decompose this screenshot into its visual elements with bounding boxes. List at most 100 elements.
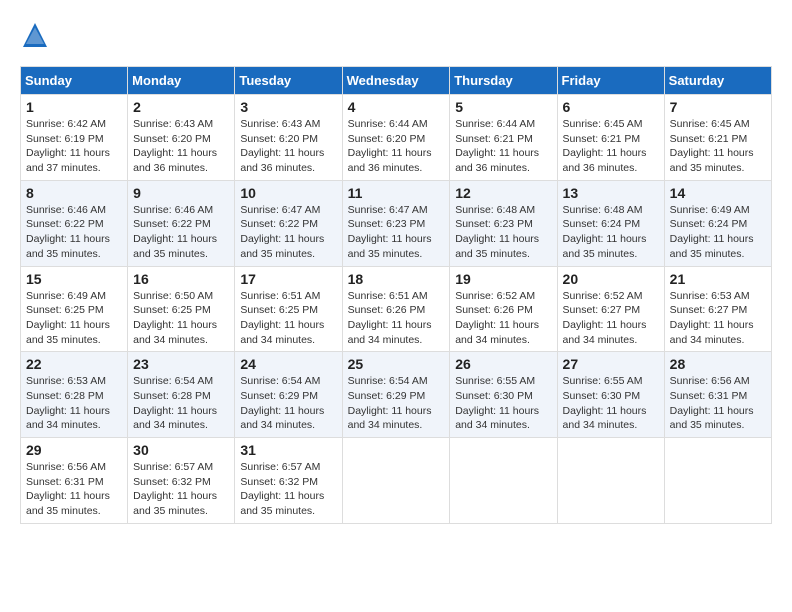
calendar-day-cell bbox=[664, 438, 771, 524]
day-info: Sunrise: 6:54 AM Sunset: 6:28 PM Dayligh… bbox=[133, 374, 229, 433]
calendar-day-cell: 17 Sunrise: 6:51 AM Sunset: 6:25 PM Dayl… bbox=[235, 266, 342, 352]
day-info: Sunrise: 6:55 AM Sunset: 6:30 PM Dayligh… bbox=[455, 374, 551, 433]
calendar-day-cell: 1 Sunrise: 6:42 AM Sunset: 6:19 PM Dayli… bbox=[21, 95, 128, 181]
day-info: Sunrise: 6:54 AM Sunset: 6:29 PM Dayligh… bbox=[348, 374, 445, 433]
logo bbox=[20, 20, 54, 50]
day-number: 24 bbox=[240, 356, 336, 372]
calendar-day-header: Sunday bbox=[21, 67, 128, 95]
day-info: Sunrise: 6:54 AM Sunset: 6:29 PM Dayligh… bbox=[240, 374, 336, 433]
day-number: 18 bbox=[348, 271, 445, 287]
day-info: Sunrise: 6:57 AM Sunset: 6:32 PM Dayligh… bbox=[133, 460, 229, 519]
day-info: Sunrise: 6:43 AM Sunset: 6:20 PM Dayligh… bbox=[133, 117, 229, 176]
calendar-day-cell: 3 Sunrise: 6:43 AM Sunset: 6:20 PM Dayli… bbox=[235, 95, 342, 181]
calendar-day-cell bbox=[342, 438, 450, 524]
day-number: 5 bbox=[455, 99, 551, 115]
day-info: Sunrise: 6:51 AM Sunset: 6:25 PM Dayligh… bbox=[240, 289, 336, 348]
day-number: 30 bbox=[133, 442, 229, 458]
day-number: 19 bbox=[455, 271, 551, 287]
calendar-day-header: Friday bbox=[557, 67, 664, 95]
logo-icon bbox=[20, 20, 50, 50]
calendar-day-cell: 26 Sunrise: 6:55 AM Sunset: 6:30 PM Dayl… bbox=[450, 352, 557, 438]
day-info: Sunrise: 6:51 AM Sunset: 6:26 PM Dayligh… bbox=[348, 289, 445, 348]
day-info: Sunrise: 6:52 AM Sunset: 6:27 PM Dayligh… bbox=[563, 289, 659, 348]
day-number: 17 bbox=[240, 271, 336, 287]
calendar-week-row: 1 Sunrise: 6:42 AM Sunset: 6:19 PM Dayli… bbox=[21, 95, 772, 181]
calendar-day-cell: 20 Sunrise: 6:52 AM Sunset: 6:27 PM Dayl… bbox=[557, 266, 664, 352]
day-number: 20 bbox=[563, 271, 659, 287]
day-number: 8 bbox=[26, 185, 122, 201]
day-number: 16 bbox=[133, 271, 229, 287]
calendar-day-cell: 4 Sunrise: 6:44 AM Sunset: 6:20 PM Dayli… bbox=[342, 95, 450, 181]
day-number: 10 bbox=[240, 185, 336, 201]
calendar-day-header: Saturday bbox=[664, 67, 771, 95]
calendar-day-cell: 18 Sunrise: 6:51 AM Sunset: 6:26 PM Dayl… bbox=[342, 266, 450, 352]
page-header bbox=[20, 20, 772, 50]
day-number: 11 bbox=[348, 185, 445, 201]
day-number: 9 bbox=[133, 185, 229, 201]
day-info: Sunrise: 6:47 AM Sunset: 6:22 PM Dayligh… bbox=[240, 203, 336, 262]
calendar-day-cell: 22 Sunrise: 6:53 AM Sunset: 6:28 PM Dayl… bbox=[21, 352, 128, 438]
calendar-day-cell: 25 Sunrise: 6:54 AM Sunset: 6:29 PM Dayl… bbox=[342, 352, 450, 438]
day-info: Sunrise: 6:49 AM Sunset: 6:24 PM Dayligh… bbox=[670, 203, 766, 262]
day-number: 13 bbox=[563, 185, 659, 201]
calendar-day-header: Thursday bbox=[450, 67, 557, 95]
calendar-day-cell: 31 Sunrise: 6:57 AM Sunset: 6:32 PM Dayl… bbox=[235, 438, 342, 524]
calendar-day-cell: 30 Sunrise: 6:57 AM Sunset: 6:32 PM Dayl… bbox=[128, 438, 235, 524]
day-number: 23 bbox=[133, 356, 229, 372]
day-number: 31 bbox=[240, 442, 336, 458]
day-number: 25 bbox=[348, 356, 445, 372]
day-number: 7 bbox=[670, 99, 766, 115]
day-info: Sunrise: 6:45 AM Sunset: 6:21 PM Dayligh… bbox=[563, 117, 659, 176]
calendar-day-cell bbox=[557, 438, 664, 524]
day-info: Sunrise: 6:56 AM Sunset: 6:31 PM Dayligh… bbox=[26, 460, 122, 519]
calendar-header-row: SundayMondayTuesdayWednesdayThursdayFrid… bbox=[21, 67, 772, 95]
calendar-day-header: Tuesday bbox=[235, 67, 342, 95]
calendar-week-row: 15 Sunrise: 6:49 AM Sunset: 6:25 PM Dayl… bbox=[21, 266, 772, 352]
day-info: Sunrise: 6:44 AM Sunset: 6:21 PM Dayligh… bbox=[455, 117, 551, 176]
calendar-day-cell: 24 Sunrise: 6:54 AM Sunset: 6:29 PM Dayl… bbox=[235, 352, 342, 438]
calendar-day-cell: 23 Sunrise: 6:54 AM Sunset: 6:28 PM Dayl… bbox=[128, 352, 235, 438]
calendar-day-cell bbox=[450, 438, 557, 524]
day-info: Sunrise: 6:45 AM Sunset: 6:21 PM Dayligh… bbox=[670, 117, 766, 176]
day-number: 21 bbox=[670, 271, 766, 287]
day-number: 4 bbox=[348, 99, 445, 115]
calendar-day-cell: 28 Sunrise: 6:56 AM Sunset: 6:31 PM Dayl… bbox=[664, 352, 771, 438]
day-info: Sunrise: 6:44 AM Sunset: 6:20 PM Dayligh… bbox=[348, 117, 445, 176]
day-info: Sunrise: 6:42 AM Sunset: 6:19 PM Dayligh… bbox=[26, 117, 122, 176]
calendar-week-row: 22 Sunrise: 6:53 AM Sunset: 6:28 PM Dayl… bbox=[21, 352, 772, 438]
calendar-week-row: 8 Sunrise: 6:46 AM Sunset: 6:22 PM Dayli… bbox=[21, 180, 772, 266]
day-info: Sunrise: 6:53 AM Sunset: 6:28 PM Dayligh… bbox=[26, 374, 122, 433]
day-info: Sunrise: 6:43 AM Sunset: 6:20 PM Dayligh… bbox=[240, 117, 336, 176]
day-number: 6 bbox=[563, 99, 659, 115]
day-info: Sunrise: 6:46 AM Sunset: 6:22 PM Dayligh… bbox=[26, 203, 122, 262]
calendar-day-cell: 11 Sunrise: 6:47 AM Sunset: 6:23 PM Dayl… bbox=[342, 180, 450, 266]
day-info: Sunrise: 6:48 AM Sunset: 6:24 PM Dayligh… bbox=[563, 203, 659, 262]
calendar-table: SundayMondayTuesdayWednesdayThursdayFrid… bbox=[20, 66, 772, 524]
day-number: 12 bbox=[455, 185, 551, 201]
calendar-day-header: Monday bbox=[128, 67, 235, 95]
day-number: 15 bbox=[26, 271, 122, 287]
day-number: 26 bbox=[455, 356, 551, 372]
calendar-day-cell: 13 Sunrise: 6:48 AM Sunset: 6:24 PM Dayl… bbox=[557, 180, 664, 266]
day-info: Sunrise: 6:47 AM Sunset: 6:23 PM Dayligh… bbox=[348, 203, 445, 262]
day-number: 29 bbox=[26, 442, 122, 458]
day-number: 22 bbox=[26, 356, 122, 372]
calendar-day-cell: 10 Sunrise: 6:47 AM Sunset: 6:22 PM Dayl… bbox=[235, 180, 342, 266]
day-info: Sunrise: 6:55 AM Sunset: 6:30 PM Dayligh… bbox=[563, 374, 659, 433]
calendar-day-cell: 15 Sunrise: 6:49 AM Sunset: 6:25 PM Dayl… bbox=[21, 266, 128, 352]
calendar-day-cell: 5 Sunrise: 6:44 AM Sunset: 6:21 PM Dayli… bbox=[450, 95, 557, 181]
calendar-day-cell: 14 Sunrise: 6:49 AM Sunset: 6:24 PM Dayl… bbox=[664, 180, 771, 266]
calendar-day-header: Wednesday bbox=[342, 67, 450, 95]
day-info: Sunrise: 6:52 AM Sunset: 6:26 PM Dayligh… bbox=[455, 289, 551, 348]
calendar-day-cell: 16 Sunrise: 6:50 AM Sunset: 6:25 PM Dayl… bbox=[128, 266, 235, 352]
day-number: 2 bbox=[133, 99, 229, 115]
day-number: 14 bbox=[670, 185, 766, 201]
calendar-day-cell: 21 Sunrise: 6:53 AM Sunset: 6:27 PM Dayl… bbox=[664, 266, 771, 352]
day-number: 27 bbox=[563, 356, 659, 372]
day-info: Sunrise: 6:57 AM Sunset: 6:32 PM Dayligh… bbox=[240, 460, 336, 519]
day-info: Sunrise: 6:50 AM Sunset: 6:25 PM Dayligh… bbox=[133, 289, 229, 348]
day-info: Sunrise: 6:53 AM Sunset: 6:27 PM Dayligh… bbox=[670, 289, 766, 348]
calendar-day-cell: 27 Sunrise: 6:55 AM Sunset: 6:30 PM Dayl… bbox=[557, 352, 664, 438]
calendar-week-row: 29 Sunrise: 6:56 AM Sunset: 6:31 PM Dayl… bbox=[21, 438, 772, 524]
day-number: 3 bbox=[240, 99, 336, 115]
